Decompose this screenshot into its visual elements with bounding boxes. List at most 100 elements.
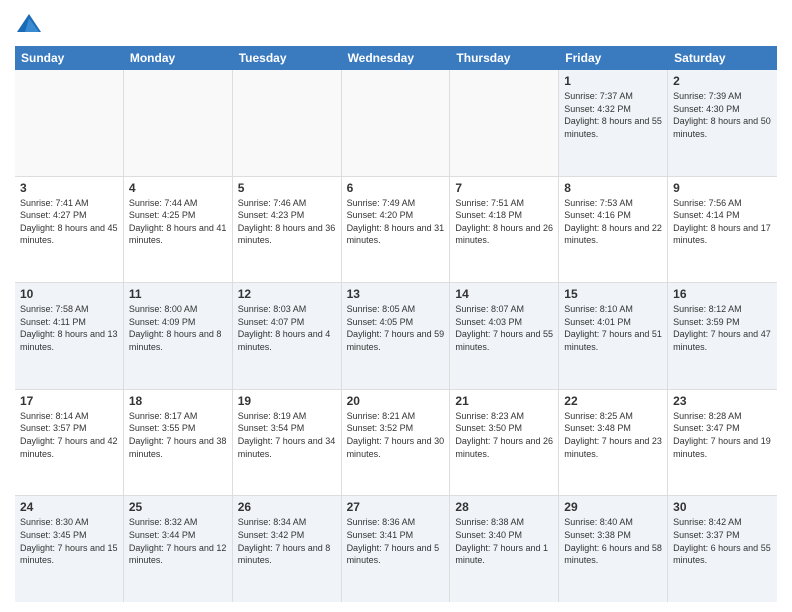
header-day-wednesday: Wednesday — [342, 46, 451, 70]
logo-icon — [15, 10, 43, 38]
day-info: Sunrise: 7:53 AM Sunset: 4:16 PM Dayligh… — [564, 197, 662, 247]
empty-cell — [15, 70, 124, 176]
day-cell-11: 11Sunrise: 8:00 AM Sunset: 4:09 PM Dayli… — [124, 283, 233, 389]
day-cell-17: 17Sunrise: 8:14 AM Sunset: 3:57 PM Dayli… — [15, 390, 124, 496]
day-info: Sunrise: 8:40 AM Sunset: 3:38 PM Dayligh… — [564, 516, 662, 566]
day-cell-1: 1 Sunrise: 7:37 AM Sunset: 4:32 PM Daylig… — [559, 70, 668, 176]
calendar: SundayMondayTuesdayWednesdayThursdayFrid… — [15, 46, 777, 602]
day-number: 7 — [455, 181, 553, 195]
day-number: 8 — [564, 181, 662, 195]
day-cell-29: 29 Sunrise: 8:40 AM Sunset: 3:38 PM Dayli… — [559, 496, 668, 602]
day-info: Sunrise: 7:39 AM Sunset: 4:30 PM Dayligh… — [673, 90, 772, 140]
day-cell-13: 13 Sunrise: 8:05 AM Sunset: 4:05 PM Dayli… — [342, 283, 451, 389]
day-info: Sunrise: 7:51 AM Sunset: 4:18 PM Dayligh… — [455, 197, 553, 247]
day-cell-18: 18 Sunrise: 8:17 AM Sunset: 3:55 PM Dayli… — [124, 390, 233, 496]
calendar-header: SundayMondayTuesdayWednesdayThursdayFrid… — [15, 46, 777, 70]
empty-cell — [124, 70, 233, 176]
day-number: 11 — [129, 287, 227, 301]
day-cell-26: 26Sunrise: 8:34 AM Sunset: 3:42 PM Dayli… — [233, 496, 342, 602]
day-info: Sunrise: 7:37 AM Sunset: 4:32 PM Dayligh… — [564, 90, 662, 140]
day-info: Sunrise: 8:17 AM Sunset: 3:55 PM Dayligh… — [129, 410, 227, 460]
day-info: Sunrise: 8:25 AM Sunset: 3:48 PM Dayligh… — [564, 410, 662, 460]
day-info: Sunrise: 8:42 AM Sunset: 3:37 PM Dayligh… — [673, 516, 772, 566]
day-info: Sunrise: 8:32 AM Sunset: 3:44 PM Dayligh… — [129, 516, 227, 566]
empty-cell — [450, 70, 559, 176]
day-info: Sunrise: 8:23 AM Sunset: 3:50 PM Dayligh… — [455, 410, 553, 460]
day-number: 1 — [564, 74, 662, 88]
day-number: 10 — [20, 287, 118, 301]
day-cell-15: 15 Sunrise: 8:10 AM Sunset: 4:01 PM Dayli… — [559, 283, 668, 389]
day-info: Sunrise: 8:03 AM Sunset: 4:07 PM Dayligh… — [238, 303, 336, 353]
day-info: Sunrise: 8:38 AM Sunset: 3:40 PM Dayligh… — [455, 516, 553, 566]
day-number: 12 — [238, 287, 336, 301]
day-cell-23: 23Sunrise: 8:28 AM Sunset: 3:47 PM Dayli… — [668, 390, 777, 496]
day-info: Sunrise: 7:58 AM Sunset: 4:11 PM Dayligh… — [20, 303, 118, 353]
day-info: Sunrise: 8:21 AM Sunset: 3:52 PM Dayligh… — [347, 410, 445, 460]
day-cell-21: 21 Sunrise: 8:23 AM Sunset: 3:50 PM Dayli… — [450, 390, 559, 496]
day-number: 22 — [564, 394, 662, 408]
day-cell-5: 5 Sunrise: 7:46 AM Sunset: 4:23 PM Daylig… — [233, 177, 342, 283]
day-cell-4: 4 Sunrise: 7:44 AM Sunset: 4:25 PM Daylig… — [124, 177, 233, 283]
day-info: Sunrise: 7:49 AM Sunset: 4:20 PM Dayligh… — [347, 197, 445, 247]
header — [15, 10, 777, 38]
day-number: 9 — [673, 181, 772, 195]
day-number: 15 — [564, 287, 662, 301]
day-cell-27: 27Sunrise: 8:36 AM Sunset: 3:41 PM Dayli… — [342, 496, 451, 602]
empty-cell — [233, 70, 342, 176]
day-number: 5 — [238, 181, 336, 195]
calendar-week-4: 17Sunrise: 8:14 AM Sunset: 3:57 PM Dayli… — [15, 390, 777, 497]
day-cell-12: 12 Sunrise: 8:03 AM Sunset: 4:07 PM Dayli… — [233, 283, 342, 389]
calendar-week-1: 1 Sunrise: 7:37 AM Sunset: 4:32 PM Daylig… — [15, 70, 777, 177]
day-number: 18 — [129, 394, 227, 408]
day-cell-22: 22 Sunrise: 8:25 AM Sunset: 3:48 PM Dayli… — [559, 390, 668, 496]
empty-cell — [342, 70, 451, 176]
day-info: Sunrise: 8:12 AM Sunset: 3:59 PM Dayligh… — [673, 303, 772, 353]
day-number: 30 — [673, 500, 772, 514]
day-number: 6 — [347, 181, 445, 195]
calendar-week-3: 10 Sunrise: 7:58 AM Sunset: 4:11 PM Dayli… — [15, 283, 777, 390]
day-cell-2: 2 Sunrise: 7:39 AM Sunset: 4:30 PM Daylig… — [668, 70, 777, 176]
day-number: 28 — [455, 500, 553, 514]
day-info: Sunrise: 8:30 AM Sunset: 3:45 PM Dayligh… — [20, 516, 118, 566]
day-cell-6: 6 Sunrise: 7:49 AM Sunset: 4:20 PM Daylig… — [342, 177, 451, 283]
day-info: Sunrise: 8:19 AM Sunset: 3:54 PM Dayligh… — [238, 410, 336, 460]
day-number: 13 — [347, 287, 445, 301]
day-cell-16: 16Sunrise: 8:12 AM Sunset: 3:59 PM Dayli… — [668, 283, 777, 389]
day-info: Sunrise: 8:36 AM Sunset: 3:41 PM Dayligh… — [347, 516, 445, 566]
day-cell-10: 10 Sunrise: 7:58 AM Sunset: 4:11 PM Dayli… — [15, 283, 124, 389]
day-cell-19: 19 Sunrise: 8:19 AM Sunset: 3:54 PM Dayli… — [233, 390, 342, 496]
day-cell-28: 28 Sunrise: 8:38 AM Sunset: 3:40 PM Dayli… — [450, 496, 559, 602]
day-cell-9: 9Sunrise: 7:56 AM Sunset: 4:14 PM Daylig… — [668, 177, 777, 283]
day-cell-24: 24 Sunrise: 8:30 AM Sunset: 3:45 PM Dayli… — [15, 496, 124, 602]
calendar-week-5: 24 Sunrise: 8:30 AM Sunset: 3:45 PM Dayli… — [15, 496, 777, 602]
day-cell-8: 8 Sunrise: 7:53 AM Sunset: 4:16 PM Daylig… — [559, 177, 668, 283]
header-day-thursday: Thursday — [450, 46, 559, 70]
day-number: 29 — [564, 500, 662, 514]
day-info: Sunrise: 8:14 AM Sunset: 3:57 PM Dayligh… — [20, 410, 118, 460]
day-cell-3: 3 Sunrise: 7:41 AM Sunset: 4:27 PM Daylig… — [15, 177, 124, 283]
header-day-friday: Friday — [559, 46, 668, 70]
day-number: 26 — [238, 500, 336, 514]
header-day-saturday: Saturday — [668, 46, 777, 70]
header-day-sunday: Sunday — [15, 46, 124, 70]
day-info: Sunrise: 7:46 AM Sunset: 4:23 PM Dayligh… — [238, 197, 336, 247]
header-day-tuesday: Tuesday — [233, 46, 342, 70]
day-cell-7: 7 Sunrise: 7:51 AM Sunset: 4:18 PM Daylig… — [450, 177, 559, 283]
day-number: 4 — [129, 181, 227, 195]
day-number: 20 — [347, 394, 445, 408]
day-number: 21 — [455, 394, 553, 408]
day-number: 2 — [673, 74, 772, 88]
day-number: 3 — [20, 181, 118, 195]
day-number: 19 — [238, 394, 336, 408]
day-info: Sunrise: 8:05 AM Sunset: 4:05 PM Dayligh… — [347, 303, 445, 353]
day-number: 14 — [455, 287, 553, 301]
day-info: Sunrise: 8:10 AM Sunset: 4:01 PM Dayligh… — [564, 303, 662, 353]
day-info: Sunrise: 7:44 AM Sunset: 4:25 PM Dayligh… — [129, 197, 227, 247]
page: SundayMondayTuesdayWednesdayThursdayFrid… — [0, 0, 792, 612]
calendar-body: 1 Sunrise: 7:37 AM Sunset: 4:32 PM Daylig… — [15, 70, 777, 602]
day-info: Sunrise: 8:07 AM Sunset: 4:03 PM Dayligh… — [455, 303, 553, 353]
day-number: 23 — [673, 394, 772, 408]
day-number: 24 — [20, 500, 118, 514]
day-cell-30: 30 Sunrise: 8:42 AM Sunset: 3:37 PM Dayli… — [668, 496, 777, 602]
day-info: Sunrise: 7:41 AM Sunset: 4:27 PM Dayligh… — [20, 197, 118, 247]
